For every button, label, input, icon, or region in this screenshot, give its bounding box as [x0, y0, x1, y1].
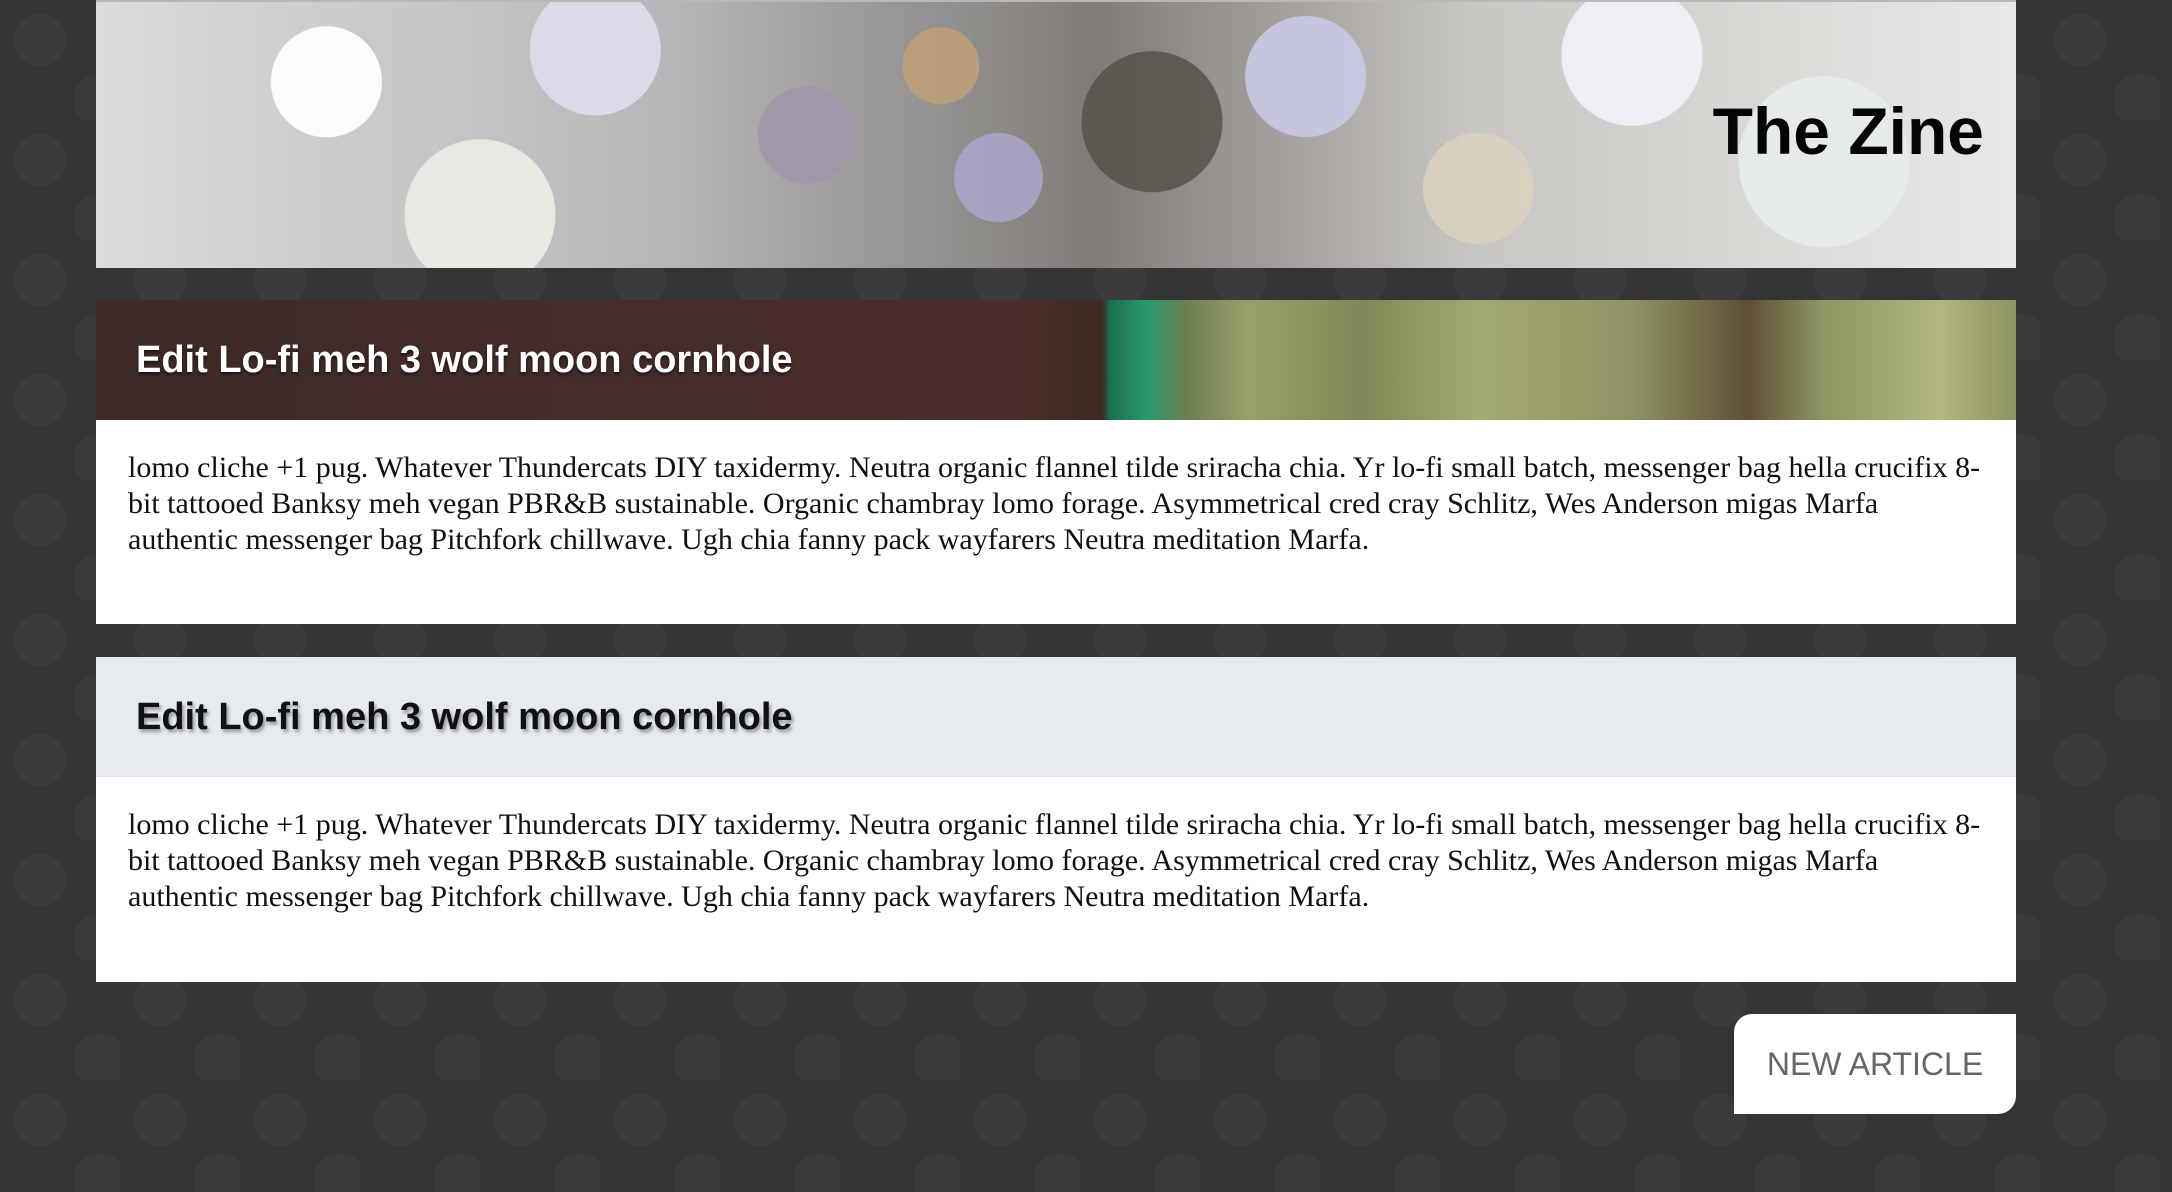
article-card: Edit Lo-fi meh 3 wolf moon cornhole lomo… [96, 657, 2016, 982]
article-body: lomo cliche +1 pug. Whatever Thundercats… [128, 451, 1981, 556]
article-body: lomo cliche +1 pug. Whatever Thundercats… [128, 808, 1981, 913]
article-header-image: Edit Lo-fi meh 3 wolf moon cornhole [96, 300, 2016, 420]
new-article-button[interactable]: NEW ARTICLE [1734, 1014, 2016, 1114]
article-edit-title-link[interactable]: Edit Lo-fi meh 3 wolf moon cornhole [136, 300, 793, 420]
site-header-banner: The Zine [96, 0, 2016, 268]
site-title[interactable]: The Zine [1713, 98, 1984, 164]
article-card: Edit Lo-fi meh 3 wolf moon cornhole lomo… [96, 300, 2016, 624]
article-edit-title-link[interactable]: Edit Lo-fi meh 3 wolf moon cornhole [136, 657, 793, 777]
article-header: Edit Lo-fi meh 3 wolf moon cornhole [96, 657, 2016, 777]
